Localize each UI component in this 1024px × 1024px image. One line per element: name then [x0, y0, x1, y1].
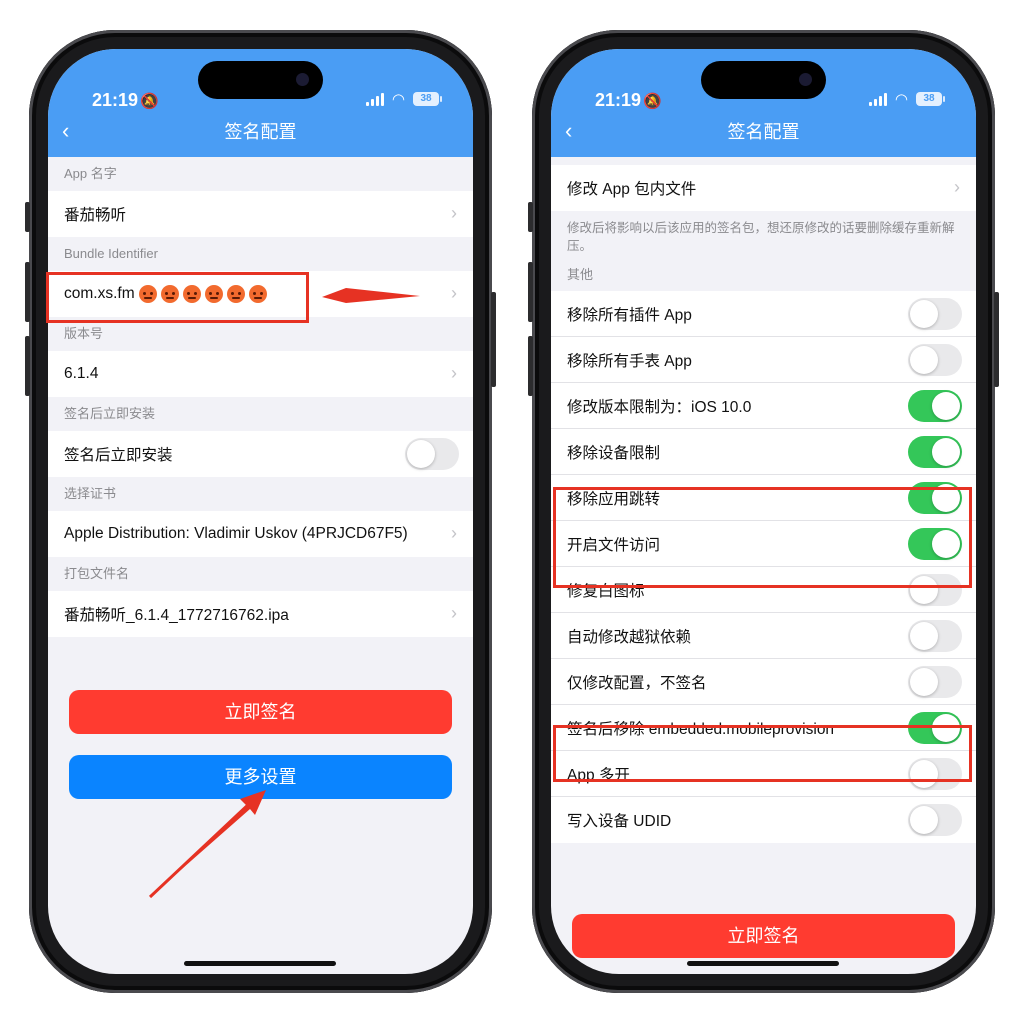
sign-now-button[interactable]: 立即签名: [69, 690, 452, 734]
settings-list: App 名字 番茄畅听 › Bundle Identifier com.xs.fm…: [48, 157, 473, 637]
section-header-other: 其他: [567, 267, 594, 282]
version-value: 6.1.4: [64, 365, 99, 382]
camera-icon: [296, 73, 309, 86]
battery-icon: 38: [916, 92, 945, 106]
certificate-row[interactable]: Apple Distribution: Vladimir Uskov (4PRJ…: [48, 511, 473, 557]
power-button: [491, 292, 496, 387]
home-indicator: [687, 961, 839, 966]
volume-up-button: [528, 262, 533, 322]
filename-row[interactable]: 番茄畅听_6.1.4_1772716762.ipa ›: [48, 591, 473, 637]
certificate-value: Apple Distribution: Vladimir Uskov (4PRJ…: [64, 525, 408, 542]
battery-icon: 38: [413, 92, 442, 106]
action-button: [25, 202, 30, 232]
home-indicator: [184, 961, 336, 966]
option-row: 移除所有手表 App: [551, 337, 976, 383]
bell-slash-icon: 🔕: [140, 93, 159, 110]
highlight-box-embedded: [553, 725, 972, 782]
dynamic-island: [701, 61, 826, 99]
status-icons: ◠ 38: [365, 90, 442, 108]
cellular-signal-icon: [365, 92, 384, 106]
chevron-right-icon: ›: [954, 177, 960, 197]
option-toggle[interactable]: [908, 390, 962, 422]
option-row: 移除所有插件 App: [551, 291, 976, 337]
chevron-right-icon: ›: [451, 203, 457, 223]
section-header-certificate: 选择证书: [64, 486, 117, 501]
sign-now-button[interactable]: 立即签名: [572, 914, 955, 958]
wifi-icon: ◠: [894, 90, 908, 108]
option-toggle[interactable]: [908, 804, 962, 836]
option-row: 修改版本限制为：iOS 10.0: [551, 383, 976, 429]
install-after-sign-toggle[interactable]: [405, 438, 459, 470]
section-header-install: 签名后立即安装: [64, 406, 156, 421]
power-button: [994, 292, 999, 387]
left-phone: 21:19 🔕 ◠ 38 ‹ 签名配置 App 名字 番茄畅听 › Bundle I…: [25, 30, 496, 993]
bell-slash-icon: 🔕: [643, 93, 662, 110]
option-row: 移除设备限制: [551, 429, 976, 475]
version-row[interactable]: 6.1.4 ›: [48, 351, 473, 397]
dynamic-island: [198, 61, 323, 99]
modify-app-files-row[interactable]: 修改 App 包内文件 ›: [551, 165, 976, 211]
status-time: 21:19 🔕: [595, 90, 662, 110]
chevron-right-icon: ›: [451, 603, 457, 623]
option-label: 移除所有手表 App: [567, 352, 692, 370]
status-icons: ◠ 38: [868, 90, 945, 108]
option-toggle[interactable]: [908, 436, 962, 468]
option-toggle[interactable]: [908, 620, 962, 652]
modify-files-note: 修改后将影响以后该应用的签名包，想还原修改的话要删除缓存重新解压。: [567, 221, 955, 253]
highlight-box-toggles: [553, 487, 972, 588]
chevron-right-icon: ›: [451, 363, 457, 383]
chevron-right-icon: ›: [451, 283, 457, 303]
section-header-filename: 打包文件名: [64, 566, 130, 581]
section-header-app-name: App 名字: [64, 166, 117, 181]
option-toggle[interactable]: [908, 666, 962, 698]
option-label: 修改版本限制为：iOS 10.0: [567, 398, 752, 416]
page-title: 签名配置: [224, 122, 297, 142]
option-label: 仅修改配置，不签名: [567, 674, 707, 692]
section-header-bundle-id: Bundle Identifier: [64, 246, 158, 261]
option-label: 自动修改越狱依赖: [567, 628, 692, 646]
option-row: 仅修改配置，不签名: [551, 659, 976, 705]
more-settings-button[interactable]: 更多设置: [69, 755, 452, 799]
app-name-row[interactable]: 番茄畅听 ›: [48, 191, 473, 237]
status-time: 21:19 🔕: [92, 90, 159, 110]
option-row: 自动修改越狱依赖: [551, 613, 976, 659]
highlight-box-bundle-id: [46, 272, 309, 323]
option-label: 移除设备限制: [567, 444, 661, 462]
option-label: 移除所有插件 App: [567, 306, 692, 324]
cellular-signal-icon: [868, 92, 887, 106]
navigation-bar: 21:19 🔕 ◠ 38 ‹ 签名配置: [551, 49, 976, 157]
filename-value: 番茄畅听_6.1.4_1772716762.ipa: [64, 607, 289, 624]
page-title: 签名配置: [727, 122, 800, 142]
wifi-icon: ◠: [391, 90, 405, 108]
option-toggle[interactable]: [908, 344, 962, 376]
chevron-right-icon: ›: [451, 523, 457, 543]
camera-icon: [799, 73, 812, 86]
volume-down-button: [25, 336, 30, 396]
volume-up-button: [25, 262, 30, 322]
app-name-value: 番茄畅听: [64, 207, 127, 224]
option-label: 写入设备 UDID: [567, 813, 672, 830]
volume-down-button: [528, 336, 533, 396]
option-row: 写入设备 UDID: [551, 797, 976, 843]
navigation-bar: 21:19 🔕 ◠ 38 ‹ 签名配置: [48, 49, 473, 157]
modify-app-files-label: 修改 App 包内文件: [567, 181, 697, 198]
left-screen: 21:19 🔕 ◠ 38 ‹ 签名配置 App 名字 番茄畅听 › Bundle I…: [48, 49, 473, 974]
install-after-sign-row: 签名后立即安装: [48, 431, 473, 477]
action-button: [528, 202, 533, 232]
option-toggle[interactable]: [908, 298, 962, 330]
install-after-sign-label: 签名后立即安装: [64, 447, 173, 464]
